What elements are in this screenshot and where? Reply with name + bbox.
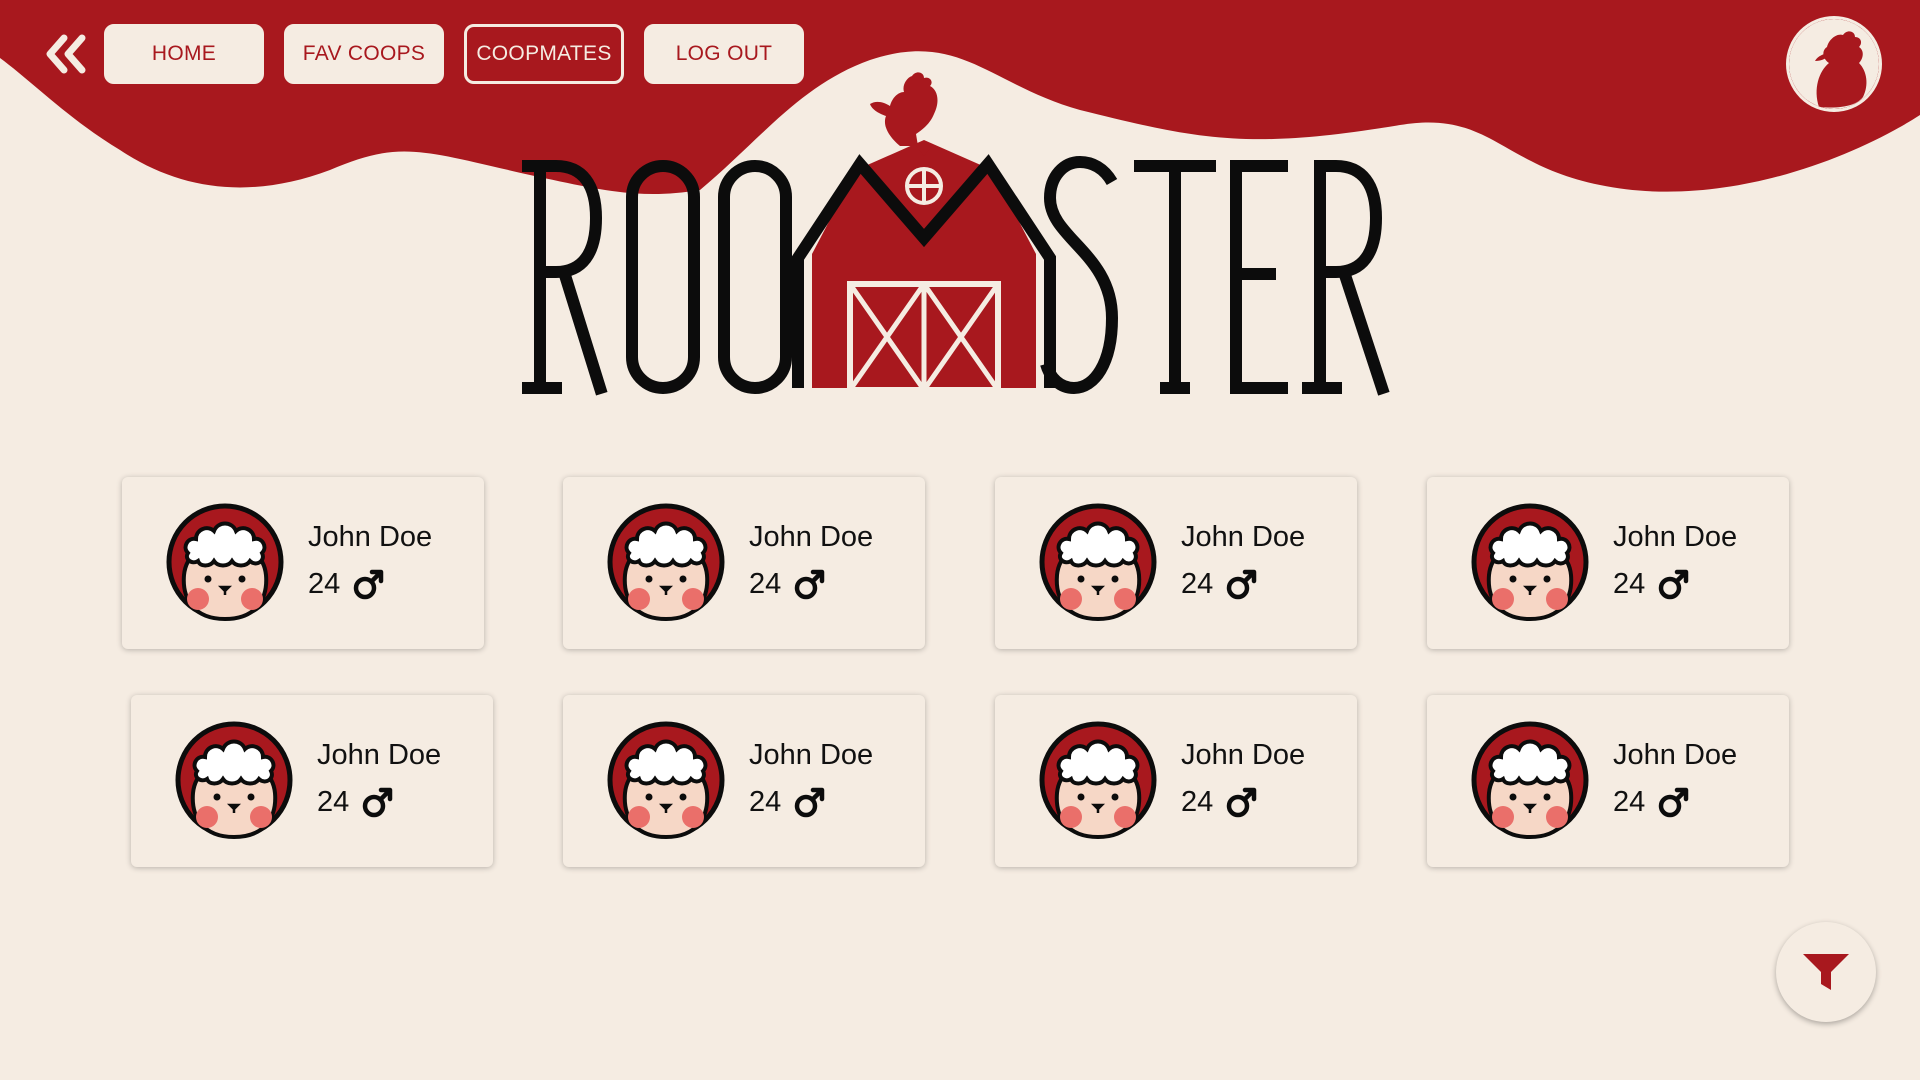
male-symbol-icon	[795, 787, 825, 818]
profile-avatar[interactable]	[1786, 16, 1882, 112]
back-button[interactable]	[40, 28, 92, 80]
coopmate-name: John Doe	[317, 739, 442, 771]
logo-letter-r2	[1302, 160, 1390, 396]
coopmate-age: 24	[1181, 785, 1214, 818]
coopmate-name: John Doe	[308, 521, 433, 553]
coopmate-name: John Doe	[1181, 739, 1306, 771]
filter-button[interactable]	[1776, 922, 1876, 1022]
logo-letter-t	[1134, 160, 1216, 394]
logo-letter-e	[1230, 160, 1288, 394]
coopmate-avatar	[607, 503, 725, 622]
coopmate-avatar	[1039, 503, 1157, 622]
roomster-logo	[522, 72, 1390, 396]
male-symbol-icon	[1659, 569, 1689, 600]
coopmate-card[interactable]: John Doe 24	[1427, 695, 1789, 867]
coopmate-avatar	[175, 721, 293, 840]
logo-letter-r	[522, 160, 608, 396]
male-symbol-icon	[1659, 787, 1689, 818]
male-symbol-icon	[1227, 569, 1257, 600]
coopmate-meta: 24	[308, 567, 386, 601]
rooster-avatar-icon	[1789, 19, 1879, 109]
coopmate-meta: 24	[749, 567, 827, 601]
coopmate-card[interactable]: John Doe 24	[995, 695, 1357, 867]
male-symbol-icon	[795, 569, 825, 600]
coopmate-name: John Doe	[749, 739, 874, 771]
sheep-avatar-icon	[1039, 721, 1157, 840]
coopmate-meta: 24	[317, 785, 395, 819]
coopmate-card[interactable]: John Doe 24	[995, 477, 1357, 649]
coopmate-avatar	[1039, 721, 1157, 840]
coopmate-card[interactable]: John Doe 24	[122, 477, 484, 649]
coopmate-meta: 24	[1613, 567, 1691, 601]
coopmate-meta: 24	[1181, 785, 1259, 819]
logo-letter-o2	[718, 160, 792, 394]
coopmate-meta: 24	[1181, 567, 1259, 601]
sheep-avatar-icon	[175, 721, 293, 840]
coopmate-name: John Doe	[749, 521, 874, 553]
coopmate-age: 24	[317, 785, 350, 818]
coopmate-name: John Doe	[1613, 739, 1738, 771]
funnel-icon	[1803, 954, 1849, 990]
coopmate-age: 24	[1181, 567, 1214, 600]
sheep-avatar-icon	[607, 503, 725, 622]
sheep-avatar-icon	[166, 503, 284, 622]
male-symbol-icon	[354, 569, 384, 600]
coopmate-avatar	[1471, 721, 1589, 840]
nav-home-button[interactable]: HOME	[104, 24, 264, 84]
male-symbol-icon	[1227, 787, 1257, 818]
coopmate-age: 24	[308, 567, 341, 600]
coopmate-age: 24	[1613, 567, 1646, 600]
coopmate-avatar	[1471, 503, 1589, 622]
coopmate-meta: 24	[749, 785, 827, 819]
sheep-avatar-icon	[1471, 721, 1589, 840]
male-symbol-icon	[363, 787, 393, 818]
logo-letter-o1	[626, 160, 700, 394]
double-chevron-left-icon	[46, 34, 86, 74]
coopmate-name: John Doe	[1613, 521, 1738, 553]
coopmate-age: 24	[749, 567, 782, 600]
barn-rooster-icon	[792, 72, 1056, 393]
coopmate-avatar	[166, 503, 284, 622]
coopmate-card[interactable]: John Doe 24	[563, 695, 925, 867]
nav-fav-coops-button[interactable]: FAV COOPS	[284, 24, 444, 84]
coopmate-age: 24	[749, 785, 782, 818]
coopmate-card[interactable]: John Doe 24	[131, 695, 493, 867]
coopmate-age: 24	[1613, 785, 1646, 818]
coopmate-card[interactable]: John Doe 24	[563, 477, 925, 649]
coopmate-meta: 24	[1613, 785, 1691, 819]
coopmate-card[interactable]: John Doe 24	[1427, 477, 1789, 649]
sheep-avatar-icon	[1471, 503, 1589, 622]
sheep-avatar-icon	[607, 721, 725, 840]
coopmate-name: John Doe	[1181, 521, 1306, 553]
coopmate-avatar	[607, 721, 725, 840]
sheep-avatar-icon	[1039, 503, 1157, 622]
